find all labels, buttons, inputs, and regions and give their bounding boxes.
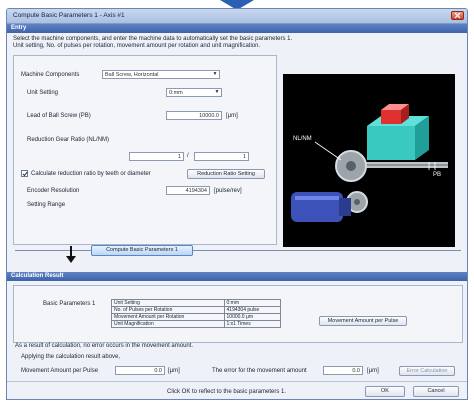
movement-amount-unit: [μm]	[168, 368, 180, 374]
reduction-ratio-setting-button[interactable]: Reduction Ratio Setting	[187, 169, 265, 179]
unit-setting-select[interactable]: 0:mm ▼	[166, 88, 222, 97]
close-button[interactable]	[451, 11, 464, 20]
separator-line	[15, 250, 461, 251]
error-label: The error for the movement amount	[212, 368, 307, 374]
encoder-unit: [pulse/rev]	[214, 188, 242, 194]
machine-components-label: Machine Components	[21, 72, 80, 78]
param-name: Movement Amount per Rotation	[111, 313, 225, 321]
unit-setting-value: 0:mm	[169, 90, 183, 96]
dialog-window: Compute Basic Parameters 1 - Axis #1 Ent…	[6, 8, 468, 400]
calc-reduction-label: Calculate reduction ratio by teeth or di…	[31, 171, 151, 177]
param-value: 4194304 pulse	[223, 306, 282, 314]
reduction-numerator-input[interactable]: 1	[129, 152, 184, 161]
encoder-label: Encoder Resolution	[27, 188, 80, 194]
unit-setting-label: Unit Setting	[27, 90, 59, 96]
param-name: No. of Pulses per Rotation	[111, 306, 225, 314]
nl-nm-label: NL/NM	[293, 136, 312, 142]
param-name: Unit Setting	[111, 299, 225, 307]
error-field: 0.0	[323, 366, 363, 375]
param-value: 10000.0 μm	[223, 313, 282, 321]
setting-range-label: Setting Range	[27, 202, 66, 208]
machine-data-group	[13, 55, 277, 245]
error-calculation-button[interactable]: Error Calculation	[399, 366, 455, 376]
pb-label: PB	[433, 172, 441, 178]
lead-label: Lead of Ball Screw (PB)	[27, 113, 91, 119]
footer-hint: Click OK to reflect to the basic paramet…	[167, 389, 287, 395]
movement-amount-field: 0.0	[115, 366, 165, 375]
title-bar: Compute Basic Parameters 1 - Axis #1	[7, 9, 467, 24]
ok-button[interactable]: OK	[365, 386, 405, 397]
error-unit: [μm]	[367, 368, 379, 374]
reduction-denominator-input[interactable]: 1	[194, 152, 249, 161]
machine-components-select[interactable]: Ball Screw, Horizontal ▼	[102, 70, 220, 79]
table-row: Unit Magnification 1:x1 Times	[111, 320, 282, 328]
reduction-separator: /	[187, 153, 189, 159]
entry-description-2: Unit setting, No. of pulses per rotation…	[13, 43, 261, 49]
chevron-down-icon: ▼	[212, 71, 218, 77]
basic-parameters-table: Unit Setting 0:mm No. of Pulses per Rota…	[111, 299, 282, 328]
applying-label: Applying the calculation result above,	[21, 354, 121, 360]
param-value: 1:x1 Times	[223, 320, 282, 328]
calc-result-section-header: Calculation Result	[7, 272, 467, 281]
encoder-input[interactable]: 4194304	[166, 186, 210, 195]
lead-input[interactable]: 10000.0	[166, 111, 222, 120]
machine-components-value: Ball Screw, Horizontal	[105, 72, 159, 78]
footer-divider	[7, 381, 467, 382]
close-icon	[454, 12, 461, 19]
calc-reduction-checkbox[interactable]	[21, 170, 28, 177]
entry-section-header: Entry	[7, 24, 467, 33]
table-row: Unit Setting 0:mm	[111, 299, 282, 307]
lead-unit: [μm]	[226, 113, 238, 119]
chevron-down-icon: ▼	[214, 89, 220, 95]
machine-diagram: NL/NM PB	[283, 74, 455, 247]
entry-description-1: Select the machine components, and enter…	[13, 36, 293, 42]
movement-amount-per-pulse-button[interactable]: Movement Amount per Pulse	[319, 316, 407, 326]
cancel-button[interactable]: Cancel	[413, 386, 459, 397]
calc-result-note: As a result of calculation, no error occ…	[15, 343, 194, 349]
table-row: No. of Pulses per Rotation 4194304 pulse	[111, 306, 282, 314]
movement-amount-label: Movement Amount per Pulse	[21, 368, 99, 374]
param-value: 0:mm	[223, 299, 282, 307]
compute-basic-parameters-button[interactable]: Compute Basic Parameters 1	[91, 245, 193, 256]
ball-screw-diagram: NL/NM PB	[291, 104, 448, 222]
reduction-label: Reduction Gear Ratio (NL/NM)	[27, 137, 110, 143]
window-title: Compute Basic Parameters 1 - Axis #1	[13, 12, 125, 19]
checkmark-icon	[22, 171, 28, 177]
param-name: Unit Magnification	[111, 320, 225, 328]
table-row: Movement Amount per Rotation 10000.0 μm	[111, 313, 282, 321]
basic-parameters-label: Basic Parameters 1	[43, 301, 96, 307]
arrow-down-icon	[66, 246, 76, 263]
